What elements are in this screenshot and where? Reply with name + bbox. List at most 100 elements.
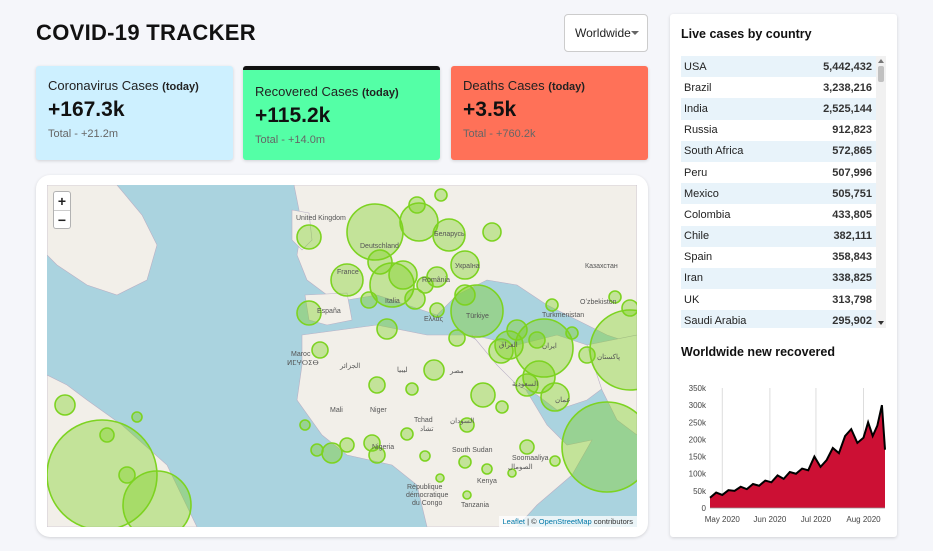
case-circle[interactable] <box>296 224 322 250</box>
case-circles <box>47 188 637 527</box>
map-label: France <box>337 269 359 276</box>
y-tick-label: 350k <box>689 384 707 393</box>
map-label: ⵍⵎⵖⵔⵉⴱ <box>287 360 319 367</box>
map-label: Kenya <box>477 478 497 485</box>
case-circle[interactable] <box>462 490 472 500</box>
map-panel: United Kingdom Deutschland France España… <box>36 175 648 537</box>
case-circle[interactable] <box>99 427 115 443</box>
chevron-down-icon <box>630 31 639 35</box>
case-circle[interactable] <box>621 299 637 317</box>
case-circle[interactable] <box>118 466 136 484</box>
case-circle[interactable] <box>470 382 496 408</box>
case-circle[interactable] <box>321 442 343 464</box>
case-circle[interactable] <box>360 291 378 309</box>
map-label: South Sudan <box>452 447 493 454</box>
table-row: Spain 358,843 <box>681 247 886 268</box>
case-circle[interactable] <box>448 329 466 347</box>
table-row: Peru 507,996 <box>681 162 886 183</box>
country-select[interactable]: Worldwide <box>564 14 648 52</box>
case-circle[interactable] <box>565 326 579 340</box>
cases-card[interactable]: Coronavirus Cases (today) +167.3k Total … <box>36 66 233 160</box>
deaths-card[interactable]: Deaths Cases (today) +3.5k Total - +760.… <box>451 66 648 160</box>
case-circle[interactable] <box>545 298 559 312</box>
case-circle[interactable] <box>376 318 398 340</box>
country-cases: 2,525,144 <box>823 102 872 115</box>
map-label: العراق <box>499 342 518 349</box>
country-cases: 5,442,432 <box>823 60 872 73</box>
y-tick-label: 250k <box>689 418 707 427</box>
zoom-out-button[interactable]: − <box>54 210 70 228</box>
case-circle[interactable] <box>299 419 311 431</box>
case-circle[interactable] <box>435 473 445 483</box>
scroll-thumb[interactable] <box>878 66 884 82</box>
map-attribution: Leaflet | © OpenStreetMap contributors <box>498 516 637 527</box>
map-label: مصر <box>450 368 464 375</box>
case-circle[interactable] <box>400 427 414 441</box>
table-row: South Africa 572,865 <box>681 140 886 162</box>
case-circle[interactable] <box>423 359 445 381</box>
case-circle[interactable] <box>519 439 535 455</box>
case-circle[interactable] <box>54 394 76 416</box>
case-circle[interactable] <box>481 463 493 475</box>
table-row: Iran 338,825 <box>681 267 886 290</box>
zoom-in-button[interactable]: + <box>54 192 70 210</box>
country-cases: 507,996 <box>832 166 872 179</box>
map-label: Maroc <box>291 351 311 358</box>
case-circle[interactable] <box>405 382 419 396</box>
case-circle[interactable] <box>339 437 355 453</box>
case-circle[interactable] <box>311 341 329 359</box>
country-name: Chile <box>684 230 710 243</box>
case-circle[interactable] <box>450 284 504 338</box>
case-circle[interactable] <box>408 196 426 214</box>
table-row: UK 313,798 <box>681 289 886 310</box>
scroll-up-icon[interactable] <box>878 59 884 63</box>
country-cases: 912,823 <box>832 124 872 137</box>
table-row: Colombia 433,805 <box>681 204 886 225</box>
table-row: Brazil 3,238,216 <box>681 77 886 98</box>
zoom-control: + − <box>53 191 71 229</box>
case-circle[interactable] <box>388 260 418 290</box>
scroll-down-icon[interactable] <box>878 321 884 325</box>
case-circle[interactable] <box>368 376 386 394</box>
table-scrollbar[interactable] <box>876 56 886 328</box>
case-circle[interactable] <box>578 346 596 364</box>
y-tick-label: 200k <box>689 435 707 444</box>
x-tick-label: Jul 2020 <box>801 515 832 524</box>
osm-link[interactable]: OpenStreetMap <box>539 517 592 526</box>
map-label: ليبيا <box>397 367 408 374</box>
table-row: Mexico 505,751 <box>681 183 886 205</box>
case-circle[interactable] <box>131 411 143 423</box>
map-label: Беларусь <box>434 231 465 238</box>
case-circle[interactable] <box>310 443 324 457</box>
world-map[interactable]: United Kingdom Deutschland France España… <box>47 185 637 527</box>
deaths-card-value: +3.5k <box>463 98 517 121</box>
country-cases: 382,111 <box>833 230 872 243</box>
recovered-chart: 0 50k 100k 150k 200k 250k 300k 350k May 2020 Jun … <box>670 374 897 534</box>
table-row: Saudi Arabia 295,902 <box>681 310 886 328</box>
y-tick-label: 0 <box>702 504 707 513</box>
country-name: Russia <box>684 124 718 137</box>
map-label: السودان <box>450 418 475 425</box>
country-name: Colombia <box>684 208 731 221</box>
country-cases: 3,238,216 <box>823 81 872 94</box>
case-circle[interactable] <box>589 309 637 391</box>
leaflet-link[interactable]: Leaflet <box>503 517 526 526</box>
live-cases-table[interactable]: USA 5,442,432 Brazil 3,238,216 India 2,525,14… <box>681 56 886 328</box>
case-circle[interactable] <box>506 319 528 341</box>
case-circle[interactable] <box>561 401 637 493</box>
recovered-card[interactable]: Recovered Cases (today) +115.2k Total - … <box>243 66 440 160</box>
case-circle[interactable] <box>419 450 431 462</box>
case-circle[interactable] <box>434 188 448 202</box>
case-circle[interactable] <box>429 302 445 318</box>
map-label: Nigeria <box>372 444 395 451</box>
case-circle[interactable] <box>549 455 561 467</box>
map-label: Türkiye <box>466 313 489 320</box>
case-circle[interactable] <box>458 455 472 469</box>
cases-card-value: +167.3k <box>48 98 125 121</box>
case-circle[interactable] <box>495 400 509 414</box>
country-cases: 572,865 <box>832 145 872 158</box>
country-name: South Africa <box>684 145 744 158</box>
case-circle[interactable] <box>404 288 426 310</box>
country-cases: 358,843 <box>832 251 872 264</box>
case-circle[interactable] <box>482 222 502 242</box>
